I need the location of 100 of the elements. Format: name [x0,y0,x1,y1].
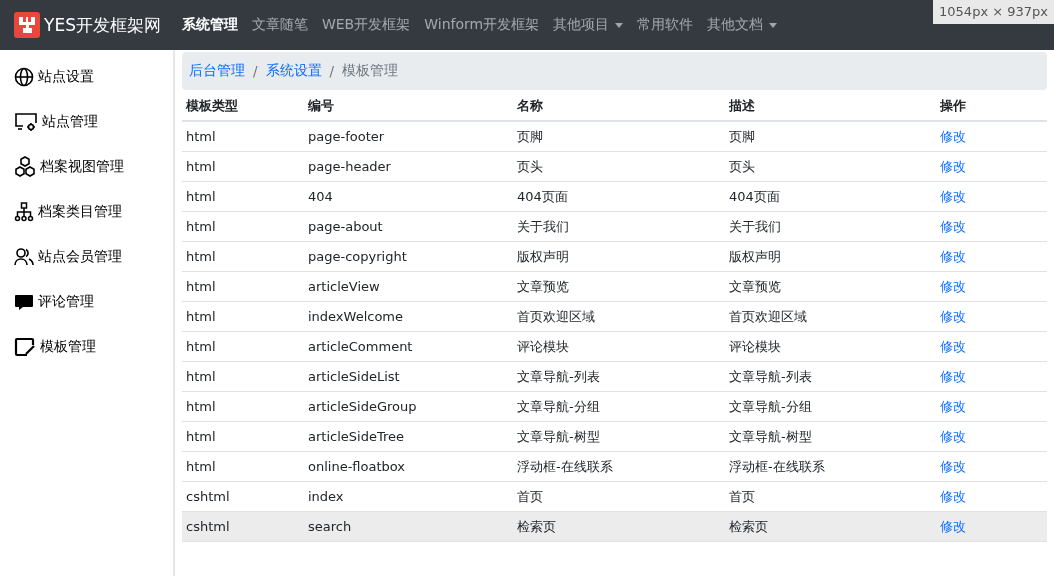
table-cell: 关于我们 [725,211,936,242]
monitor-gear-icon [14,111,38,132]
table-cell: html [182,181,304,212]
nav-link[interactable]: Winform开发框架 [417,16,547,34]
breadcrumb-link[interactable]: 后台管理 [189,62,245,80]
hierarchy-icon [14,201,34,222]
breadcrumb-separator: / [253,63,258,79]
edit-icon [14,336,36,357]
table-cell: 文章导航-树型 [513,421,725,452]
table-cell: indexWelcome [304,301,513,332]
table-cell: 404页面 [725,181,936,212]
column-header: 编号 [304,91,513,121]
edit-link[interactable]: 修改 [940,128,966,144]
edit-link[interactable]: 修改 [940,218,966,234]
brand-name[interactable]: YES开发框架网 [44,13,161,37]
table-cell: 页头 [513,151,725,182]
table-cell: html [182,211,304,242]
table-cell: page-copyright [304,241,513,272]
table-cell: 关于我们 [513,211,725,242]
table-cell: 404页面 [513,181,725,212]
highlighted-row[interactable]: cshtml search 检索页 检索页 修改 [182,511,1047,542]
table-cell: 文章导航-树型 [725,421,936,452]
table-cell: html [182,151,304,182]
table-cell: index [304,481,513,512]
edit-link[interactable]: 修改 [940,308,966,324]
people-icon [14,246,34,267]
column-header: 描述 [725,91,936,121]
table-cell: articleSideGroup [304,391,513,422]
table-cell: 首页 [725,481,936,512]
table-cell: 文章预览 [513,271,725,302]
sidebar-item[interactable]: 站点会员管理 [0,234,173,279]
table-cell: articleSideTree [304,421,513,452]
table-cell: cshtml [182,481,304,512]
edit-link[interactable]: 修改 [940,188,966,204]
table-cell: 检索页 [513,511,725,542]
table-cell: articleComment [304,331,513,362]
edit-link[interactable]: 修改 [940,368,966,384]
table-cell: 检索页 [725,511,936,542]
table-cell: 版权声明 [513,241,725,272]
edit-link[interactable]: 修改 [940,518,966,534]
edit-link[interactable]: 修改 [940,338,966,354]
table-cell: 文章导航-列表 [725,361,936,392]
sidebar-item[interactable]: 档案类目管理 [0,189,173,234]
table-cell: html [182,121,304,152]
table-cell: html [182,241,304,272]
edit-link[interactable]: 修改 [940,458,966,474]
table-cell: page-about [304,211,513,242]
breadcrumb-separator: / [329,63,335,79]
table-cell: 文章导航-列表 [513,361,725,392]
sidebar-item[interactable]: 档案视图管理 [0,144,173,189]
edit-link[interactable]: 修改 [940,158,966,174]
table-cell: 浮动框-在线联系 [513,451,725,482]
sidebar-item[interactable]: 站点设置 [0,54,173,99]
table-cell: 文章导航-分组 [725,391,936,422]
table-cell: page-footer [304,121,513,152]
edit-link[interactable]: 修改 [940,398,966,414]
column-header: 模板类型 [182,91,304,121]
table-cell: 首页 [513,481,725,512]
table-cell: html [182,271,304,302]
column-header: 操作 [936,91,1047,121]
table-cell: online-floatbox [304,451,513,482]
breadcrumb-link[interactable]: 系统设置 [265,62,322,80]
table-cell: 评论模块 [513,331,725,362]
column-header: 名称 [513,91,725,121]
edit-link[interactable]: 修改 [940,278,966,294]
globe-icon [14,66,34,87]
logo-icon [14,12,40,38]
nav-link[interactable]: 系统管理 [174,16,245,34]
hexagons-icon [14,155,36,178]
edit-link[interactable]: 修改 [940,428,966,444]
table-cell: 文章预览 [725,271,936,302]
breadcrumb-current: 模板管理 [342,62,399,80]
nav-link[interactable]: 其他项目 [546,16,631,34]
sidebar-item[interactable]: 模板管理 [0,324,173,369]
table-cell: cshtml [182,511,304,542]
table-cell: 文章导航-分组 [513,391,725,422]
sidebar-item[interactable]: 评论管理 [0,279,173,324]
table-cell: 评论模块 [725,331,936,362]
nav-link[interactable]: 常用软件 [630,16,701,34]
table-cell: html [182,301,304,332]
nav-link[interactable]: 其他文档 [700,16,785,34]
table-cell: html [182,361,304,392]
table-cell: 首页欢迎区域 [513,301,725,332]
table-cell: articleView [304,271,513,302]
table-cell: html [182,391,304,422]
table-cell: html [182,421,304,452]
table-cell: html [182,451,304,482]
table-cell: articleSideList [304,361,513,392]
edit-link[interactable]: 修改 [940,488,966,504]
edit-link[interactable]: 修改 [940,248,966,264]
nav-link[interactable]: 文章随笔 [244,16,315,34]
table-cell: 首页欢迎区域 [725,301,936,332]
size-tooltip: 1054px × 937px [933,0,1054,24]
table-cell: page-header [304,151,513,182]
table-cell: search [304,511,513,542]
nav-link[interactable]: WEB开发框架 [314,16,418,34]
table-cell: 页头 [725,151,936,182]
table-cell: 页脚 [725,121,936,152]
table-cell: 浮动框-在线联系 [725,451,936,482]
sidebar-item[interactable]: 站点管理 [0,99,173,144]
